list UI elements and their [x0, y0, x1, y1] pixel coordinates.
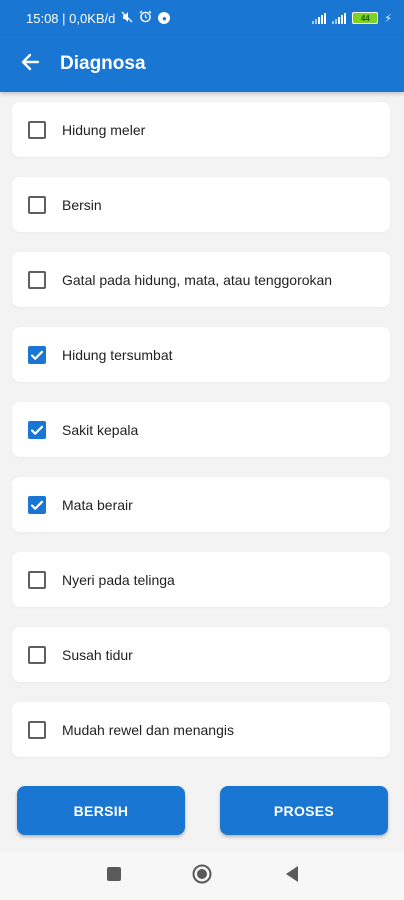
mute-icon — [121, 11, 133, 26]
symptom-checkbox[interactable] — [28, 420, 46, 439]
process-button[interactable]: PROSES — [220, 786, 388, 835]
symptom-item[interactable]: Hidung tersumbat — [12, 327, 390, 382]
symptom-item[interactable]: Gatal pada hidung, mata, atau tenggoroka… — [12, 252, 390, 307]
symptom-checkbox[interactable] — [28, 495, 46, 514]
symptom-checkbox[interactable] — [28, 720, 46, 739]
alarm-icon — [139, 10, 152, 26]
charging-icon: ⚡ — [384, 12, 392, 25]
action-buttons: BERSIH PROSES — [0, 786, 404, 836]
back-icon — [284, 865, 300, 888]
symptom-checkbox[interactable] — [28, 270, 46, 289]
status-right: 44 ⚡ — [312, 12, 392, 25]
check-icon — [30, 425, 44, 435]
app-bar: Diagnosa — [0, 36, 404, 92]
symptom-item[interactable]: Nyeri pada telinga — [12, 552, 390, 607]
nav-back-button[interactable] — [282, 865, 302, 888]
status-bar: 15:08 | 0,0KB/d ● 44 ⚡ — [0, 0, 404, 36]
notification-icon: ● — [158, 12, 171, 24]
back-button[interactable] — [2, 36, 58, 92]
signal-icon — [312, 12, 327, 24]
signal-icon — [332, 12, 347, 24]
status-left: 15:08 | 0,0KB/d ● — [26, 10, 171, 26]
check-icon — [30, 350, 44, 360]
symptom-item[interactable]: Susah tidur — [12, 627, 390, 682]
symptom-item[interactable]: Hidung meler — [12, 102, 390, 157]
symptom-label: Hidung tersumbat — [62, 346, 173, 363]
symptom-item[interactable]: Mudah rewel dan menangis — [12, 702, 390, 757]
symptom-checkbox[interactable] — [28, 345, 46, 364]
home-icon — [192, 864, 212, 889]
check-icon — [30, 500, 44, 510]
battery-icon: 44 — [352, 12, 379, 24]
page-title: Diagnosa — [60, 53, 146, 74]
symptom-label: Bersin — [62, 196, 102, 213]
symptom-checkbox[interactable] — [28, 570, 46, 589]
symptom-list: Hidung meler Bersin Gatal pada hidung, mat… — [0, 92, 404, 772]
recents-icon — [106, 866, 122, 887]
symptom-label: Mata berair — [62, 496, 133, 513]
symptom-item[interactable]: Mata berair — [12, 477, 390, 532]
symptom-label: Gatal pada hidung, mata, atau tenggoroka… — [62, 271, 333, 288]
symptom-checkbox[interactable] — [28, 195, 46, 214]
system-nav-bar — [0, 852, 404, 900]
symptom-checkbox[interactable] — [28, 120, 46, 139]
symptom-label: Hidung meler — [62, 121, 146, 138]
recents-button[interactable] — [104, 866, 124, 886]
arrow-back-icon — [20, 52, 40, 77]
home-button[interactable] — [192, 864, 212, 889]
symptom-label: Mudah rewel dan menangis — [62, 721, 234, 738]
clear-button[interactable]: BERSIH — [17, 786, 185, 835]
symptom-checkbox[interactable] — [28, 645, 46, 664]
symptom-label: Sakit kepala — [62, 421, 139, 438]
battery-level: 44 — [360, 13, 370, 23]
symptom-label: Nyeri pada telinga — [62, 571, 175, 588]
status-time: 15:08 | 0,0KB/d — [26, 10, 116, 26]
symptom-label: Susah tidur — [62, 646, 133, 663]
symptom-item[interactable]: Sakit kepala — [12, 402, 390, 457]
symptom-item[interactable]: Bersin — [12, 177, 390, 232]
